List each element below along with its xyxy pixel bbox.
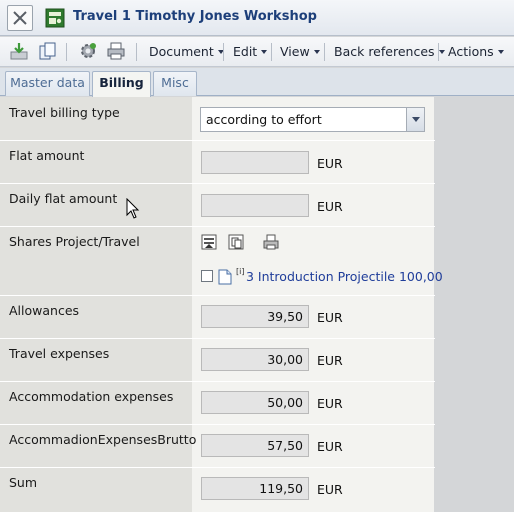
flat-amount-field[interactable]	[201, 151, 309, 174]
print-icon[interactable]	[106, 41, 126, 61]
menu-view-label: View	[280, 44, 310, 59]
toolbar: Document Edit View Back references Actio…	[0, 37, 514, 67]
upload-icon[interactable]	[200, 233, 218, 251]
row-divider	[0, 226, 435, 227]
share-item-link[interactable]: 3 Introduction Projectile 100,00	[246, 269, 443, 284]
document-icon	[218, 269, 232, 285]
menu-edit[interactable]: Edit	[233, 44, 268, 59]
billing-type-value: according to effort	[206, 112, 322, 127]
tab-bar: Master data Billing Misc	[0, 68, 514, 97]
toolbar-separator	[66, 43, 67, 61]
menu-document-label: Document	[149, 44, 214, 59]
toolbar-separator	[324, 43, 325, 61]
sum-label: Sum	[9, 475, 38, 490]
row-divider	[0, 183, 435, 184]
menu-back-references[interactable]: Back references	[334, 44, 445, 59]
print-icon[interactable]	[262, 233, 280, 251]
close-icon	[13, 11, 27, 25]
sum-unit: EUR	[317, 482, 343, 497]
daily-flat-amount-unit: EUR	[317, 199, 343, 214]
chevron-down-icon	[313, 49, 320, 54]
tab-billing[interactable]: Billing	[92, 71, 151, 97]
billing-type-label: Travel billing type	[9, 105, 120, 120]
row-divider	[0, 424, 435, 425]
copy-icon[interactable]	[227, 233, 245, 251]
toolbar-separator	[271, 43, 272, 61]
billing-form: Travel billing type according to effort …	[0, 97, 514, 512]
menu-back-references-label: Back references	[334, 44, 435, 59]
share-item-checkbox[interactable]	[201, 270, 213, 282]
accommodation-brutto-label: AccommadionExpensesBrutto	[9, 432, 197, 447]
settings-icon[interactable]	[78, 41, 98, 61]
tab-master-data[interactable]: Master data	[5, 71, 90, 96]
window-title: Travel 1 Timothy Jones Workshop	[73, 9, 317, 24]
tab-misc[interactable]: Misc	[153, 71, 197, 96]
row-divider	[0, 381, 435, 382]
chevron-down-icon	[412, 117, 420, 122]
row-divider	[0, 295, 435, 296]
menu-edit-label: Edit	[233, 44, 258, 59]
accommodation-expenses-unit: EUR	[317, 396, 343, 411]
toolbar-separator	[438, 43, 439, 61]
toolbar-separator	[136, 43, 137, 61]
chevron-down-icon	[497, 49, 504, 54]
toolbar-separator	[223, 43, 224, 61]
menu-actions[interactable]: Actions	[448, 44, 504, 59]
menu-actions-label: Actions	[448, 44, 494, 59]
copy-icon[interactable]	[38, 41, 58, 61]
sum-field[interactable]: 119,50	[201, 477, 309, 500]
chevron-down-icon	[438, 49, 445, 54]
travel-expenses-unit: EUR	[317, 353, 343, 368]
row-divider	[0, 338, 435, 339]
billing-type-select[interactable]: according to effort	[200, 107, 425, 132]
share-item-marker: [i]	[236, 267, 245, 276]
row-divider	[0, 467, 435, 468]
menu-document[interactable]: Document	[149, 44, 224, 59]
travel-expenses-label: Travel expenses	[9, 346, 110, 361]
travel-document-icon	[45, 8, 65, 28]
menu-view[interactable]: View	[280, 44, 320, 59]
flat-amount-label: Flat amount	[9, 148, 85, 163]
accommodation-brutto-field[interactable]: 57,50	[201, 434, 309, 457]
dropdown-button[interactable]	[406, 108, 424, 131]
title-bar: Travel 1 Timothy Jones Workshop	[0, 0, 514, 36]
daily-flat-amount-label: Daily flat amount	[9, 191, 118, 206]
mouse-cursor-icon	[126, 198, 140, 219]
empty-area	[434, 97, 514, 512]
accommodation-expenses-label: Accommodation expenses	[9, 389, 174, 404]
allowances-label: Allowances	[9, 303, 80, 318]
row-divider	[0, 140, 435, 141]
accommodation-expenses-field[interactable]: 50,00	[201, 391, 309, 414]
flat-amount-unit: EUR	[317, 156, 343, 171]
save-icon[interactable]	[9, 41, 29, 61]
shares-label: Shares Project/Travel	[9, 234, 140, 249]
travel-expenses-field[interactable]: 30,00	[201, 348, 309, 371]
accommodation-brutto-unit: EUR	[317, 439, 343, 454]
allowances-field[interactable]: 39,50	[201, 305, 309, 328]
chevron-down-icon	[261, 49, 268, 54]
daily-flat-amount-field[interactable]	[201, 194, 309, 217]
allowances-unit: EUR	[317, 310, 343, 325]
close-button[interactable]	[7, 5, 33, 31]
